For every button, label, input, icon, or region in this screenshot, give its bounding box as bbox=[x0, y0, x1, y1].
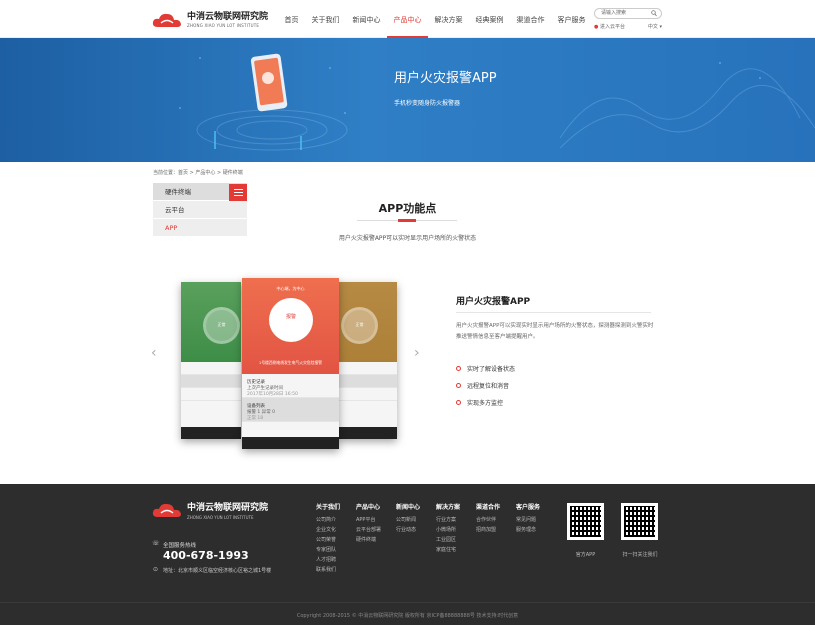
alarm-dial: 报警 bbox=[269, 298, 313, 342]
history-row: 历史记录 上次产生记录时间 2017年10月28日 16:50 bbox=[242, 374, 339, 398]
nav-about[interactable]: 关于我们 bbox=[305, 0, 346, 38]
nav-news[interactable]: 新闻中心 bbox=[346, 0, 387, 38]
search-placeholder: 请输入搜索 bbox=[601, 10, 627, 16]
qr-code-app bbox=[567, 503, 604, 540]
device-row: 设备列表 报警 1 异常 0 正常 18 bbox=[242, 398, 339, 422]
footer-col-channels: 渠道合作 合作伙伴 招商加盟 bbox=[476, 504, 501, 533]
banner-subtitle: 手机秒变随身防火报警器 bbox=[394, 100, 461, 107]
footer-col-solutions: 解决方案 行业方案 小微场所 工业园区 家庭住宅 bbox=[436, 504, 461, 553]
copyright: Copyright 2008-2015 © 中消云物联网研究院 版权所有 京IC… bbox=[296, 613, 519, 619]
list-item: 远程复位和消音 bbox=[456, 377, 515, 394]
section-description: 用户火灾报警APP可以实时显示用户场所的火警状态 bbox=[338, 235, 477, 242]
logo-subtitle: ZHONG XIAO YUN LOT INSTITUTE bbox=[187, 22, 260, 28]
phone-header-text: 中心端，为中心 bbox=[276, 286, 305, 291]
location-icon: ⊙ bbox=[153, 566, 159, 573]
nav-service[interactable]: 客户服务 bbox=[551, 0, 592, 38]
footer-col-news: 新闻中心 公司新闻 行业动态 bbox=[396, 504, 421, 533]
feature-title: 用户火灾报警APP bbox=[456, 297, 531, 307]
footer-logo-subtitle: ZHONG XIAO YUN LOT INSTITUTE bbox=[187, 515, 254, 520]
section-title: APP功能点 bbox=[378, 202, 437, 215]
nav-channels[interactable]: 渠道合作 bbox=[510, 0, 551, 38]
android-nav-bar bbox=[242, 437, 339, 449]
hotline-number: 400-678-1993 bbox=[163, 549, 249, 562]
feature-description: 用户火灾报警APP可以实现实时显示用户场所的火警状态，探测器探测到火警实时推送警… bbox=[456, 323, 654, 340]
qr-label-follow: 扫一扫关注我们 bbox=[622, 552, 658, 558]
hotline-label: 全国服务热线 bbox=[163, 543, 197, 549]
footer-logo[interactable]: 中消云物联网研究院 ZHONG XIAO YUN LOT INSTITUTE bbox=[152, 500, 268, 520]
list-item: 实时了解设备状态 bbox=[456, 360, 515, 377]
chevron-left-icon[interactable]: ‹ bbox=[151, 345, 157, 361]
cloud-platform-link[interactable]: ● 进入云平台 bbox=[594, 23, 625, 30]
status-dial: 正常 bbox=[203, 307, 240, 344]
hero-banner: 用户火灾报警APP 手机秒变随身防火报警器 bbox=[0, 38, 815, 162]
qr-code-follow bbox=[621, 503, 658, 540]
main-nav: 首页 关于我们 新闻中心 产品中心 解决方案 经典案例 渠道合作 客户服务 bbox=[278, 0, 592, 38]
divider bbox=[0, 602, 815, 603]
nav-products[interactable]: 产品中心 bbox=[387, 0, 428, 38]
cloud-logo-icon bbox=[152, 503, 181, 517]
language-select[interactable]: 中文 ▾ bbox=[648, 23, 662, 30]
address: 地址：北京市顺义区临空经济核心区裕之城1号楼 bbox=[163, 568, 272, 574]
bullet-icon bbox=[456, 400, 461, 405]
footer-logo-title: 中消云物联网研究院 bbox=[187, 503, 269, 513]
alarm-message: 1号楼西侧电线发生电气火灾危险报警 bbox=[258, 360, 323, 365]
divider bbox=[456, 312, 651, 313]
footer-col-products: 产品中心 APP平台 云平台部署 硬件终端 bbox=[356, 504, 382, 543]
globe-icon: ● bbox=[594, 24, 599, 30]
phone-screenshot-alarm: 中心端，为中心 报警 1号楼西侧电线发生电气火灾危险报警 历史记录 上次产生记录… bbox=[242, 278, 339, 449]
qr-label-app: 官方APP bbox=[575, 552, 596, 558]
site-header: 中消云物联网研究院 ZHONG XIAO YUN LOT INSTITUTE 首… bbox=[0, 0, 815, 38]
phone-screenshot-warning: 正常 bbox=[337, 282, 397, 439]
feature-list: 实时了解设备状态 远程复位和消音 实现多方监控 bbox=[456, 360, 515, 411]
banner-title: 用户火灾报警APP bbox=[394, 71, 497, 86]
site-footer: 中消云物联网研究院 ZHONG XIAO YUN LOT INSTITUTE ☏… bbox=[0, 484, 815, 625]
logo[interactable]: 中消云物联网研究院 ZHONG XIAO YUN LOT INSTITUTE bbox=[152, 11, 268, 29]
logo-title: 中消云物联网研究院 bbox=[187, 11, 269, 22]
title-accent bbox=[398, 219, 416, 222]
phone-icon: ☏ bbox=[152, 540, 160, 547]
chevron-down-icon: ▾ bbox=[659, 24, 662, 30]
phone-screenshot-normal: 正常 bbox=[181, 282, 241, 439]
search-input[interactable]: 请输入搜索 bbox=[594, 8, 662, 19]
page: 中消云物联网研究院 ZHONG XIAO YUN LOT INSTITUTE 首… bbox=[0, 0, 815, 625]
cloud-logo-icon bbox=[152, 13, 181, 27]
footer-col-service: 客户服务 常见问题 服务理念 bbox=[516, 504, 541, 533]
nav-cases[interactable]: 经典案例 bbox=[469, 0, 510, 38]
bullet-icon bbox=[456, 383, 461, 388]
footer-col-about: 关于我们 公司简介 企业文化 公司荣誉 专家团队 人才招聘 联系我们 bbox=[316, 504, 341, 573]
chevron-right-icon[interactable]: › bbox=[414, 345, 420, 361]
status-dial: 正常 bbox=[341, 307, 378, 344]
menu-icon[interactable] bbox=[229, 184, 247, 201]
list-item: 实现多方监控 bbox=[456, 394, 515, 411]
breadcrumb[interactable]: 当前位置：首页 > 产品中心 > 硬件终端 bbox=[153, 169, 243, 176]
nav-home[interactable]: 首页 bbox=[278, 0, 305, 38]
nav-solutions[interactable]: 解决方案 bbox=[428, 0, 469, 38]
search-icon[interactable] bbox=[651, 10, 657, 17]
bullet-icon bbox=[456, 366, 461, 371]
